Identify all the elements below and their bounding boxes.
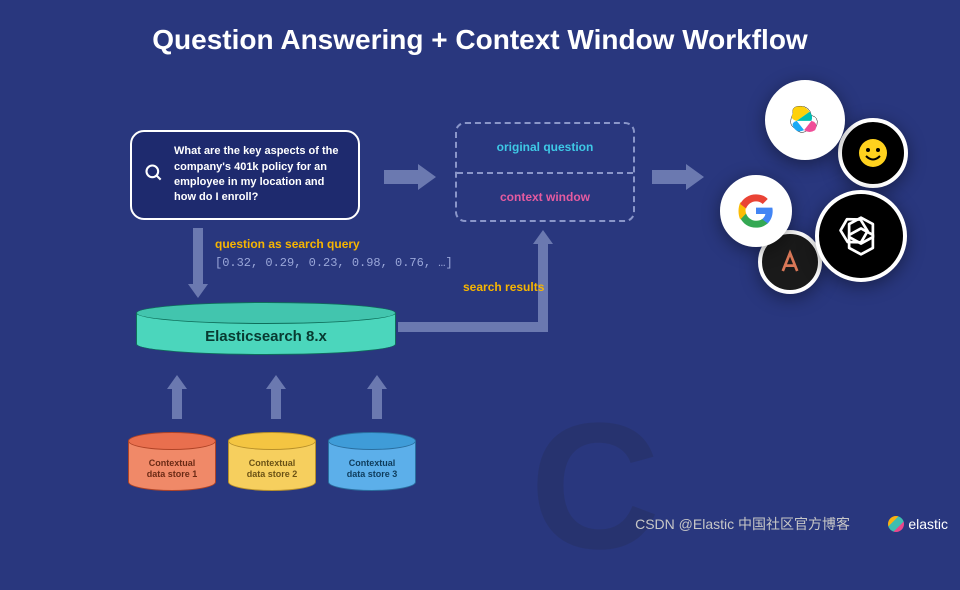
ds3-label: Contextualdata store 3 [347,458,398,480]
search-results-label: search results [463,280,544,294]
query-label: question as search query [215,237,360,251]
context-window-box: original question context window [455,122,635,222]
watermark-c: C [530,383,660,590]
arrow-ds1-to-es [167,375,187,419]
question-box: What are the key aspects of the company'… [130,130,360,220]
elastic-footer-text: elastic [908,516,948,532]
openai-icon [815,190,907,282]
context-original-question-label: original question [457,140,633,154]
elastic-dot-icon [888,516,904,532]
data-store-1: Contextualdata store 1 [128,432,216,492]
ds1-label: Contextualdata store 1 [147,458,198,480]
google-icon [720,175,792,247]
search-icon [144,163,164,188]
attribution-text: CSDN @Elastic 中国社区官方博客 [635,514,850,534]
query-vector: [0.32, 0.29, 0.23, 0.98, 0.76, …] [215,256,453,270]
question-text: What are the key aspects of the company'… [174,144,346,206]
arrow-ds3-to-es [367,375,387,419]
arrow-question-to-context [384,164,436,190]
ds2-label: Contextualdata store 2 [247,458,298,480]
llm-icons-cluster [720,80,930,300]
es-label: Elasticsearch 8.x [205,328,327,345]
page-title: Question Answering + Context Window Work… [0,0,960,56]
elastic-footer-logo: elastic [888,516,948,532]
arrow-question-to-es [188,228,208,298]
data-store-3: Contextualdata store 3 [328,432,416,492]
data-store-2: Contextualdata store 2 [228,432,316,492]
huggingface-icon [838,118,908,188]
elastic-icon [765,80,845,160]
arrow-es-to-context [398,220,548,332]
elasticsearch-cylinder: Elasticsearch 8.x [136,302,396,356]
context-window-label: context window [457,190,633,204]
arrow-context-to-llm [652,164,704,190]
arrow-ds2-to-es [266,375,286,419]
